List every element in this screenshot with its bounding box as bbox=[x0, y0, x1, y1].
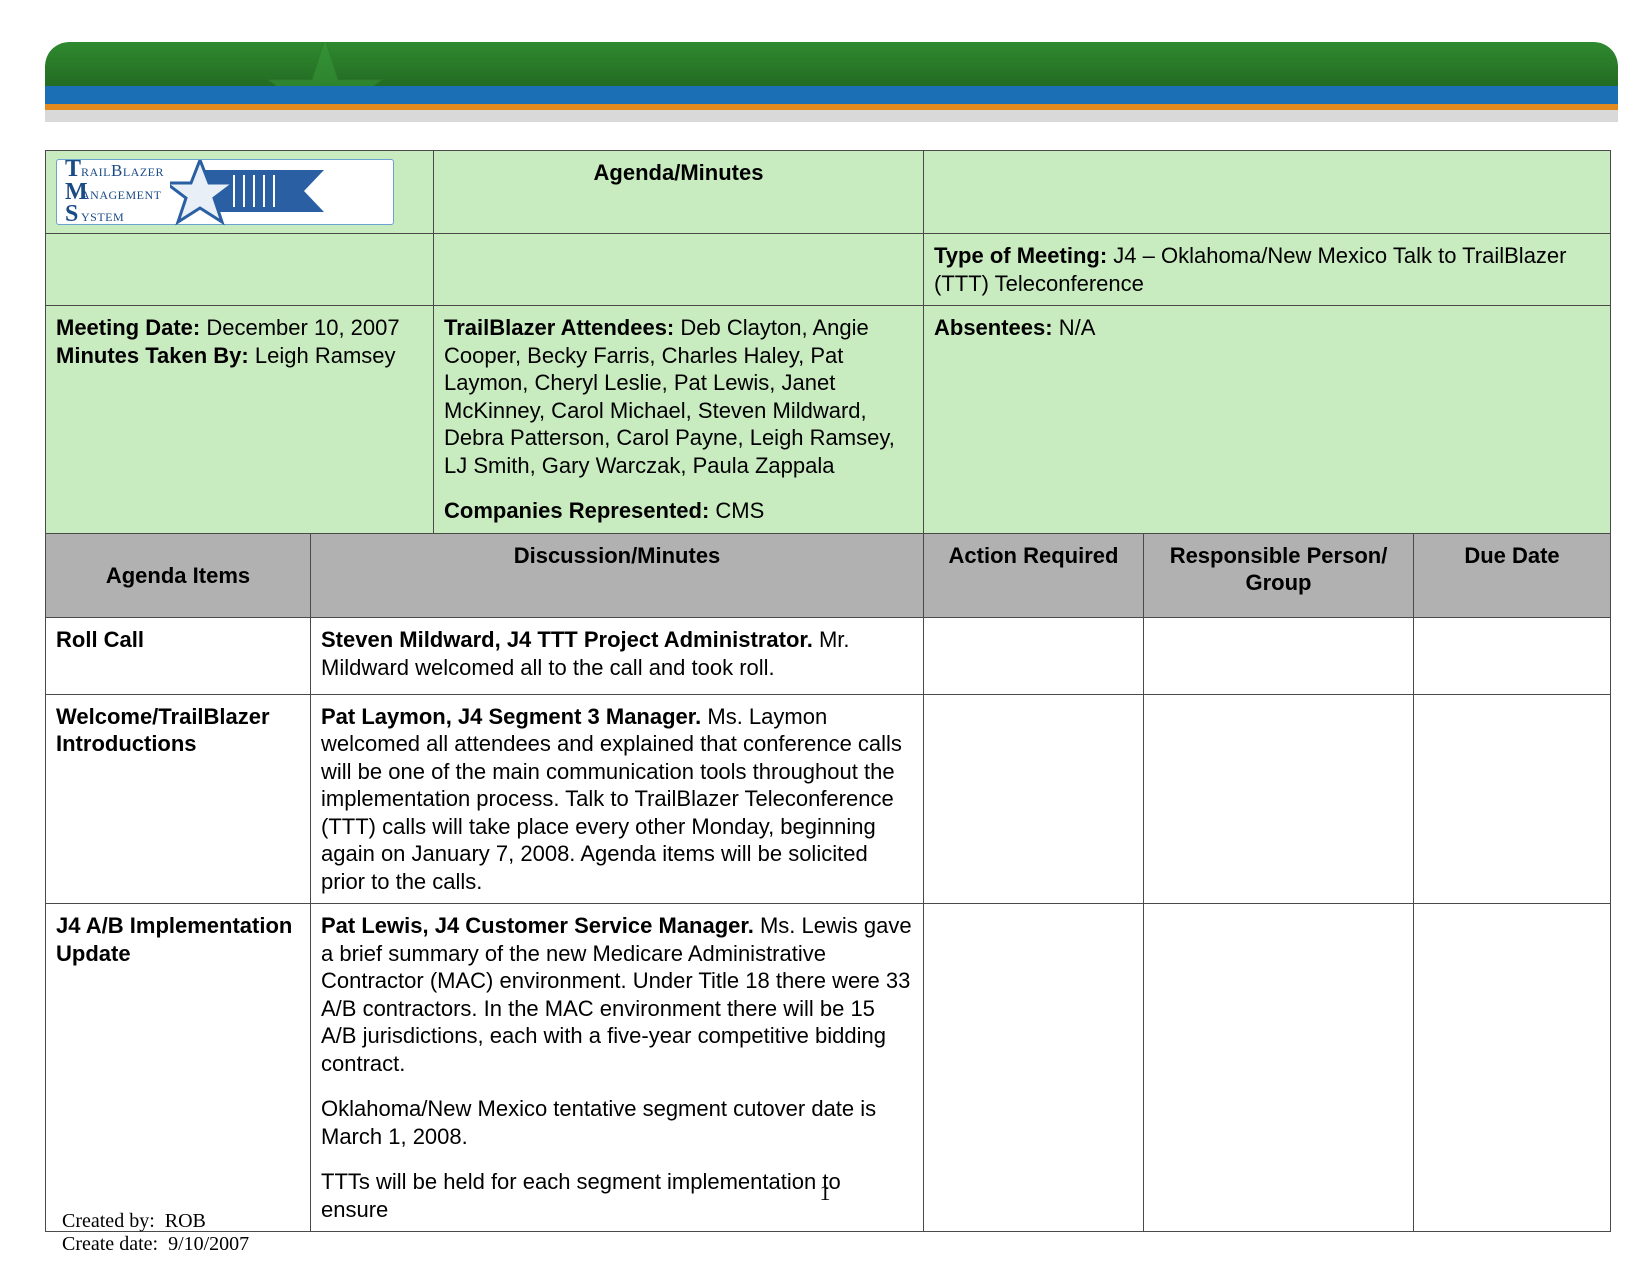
created-by-value: ROB bbox=[165, 1210, 206, 1232]
col-responsible: Responsible Person/ Group bbox=[1144, 533, 1414, 618]
minutes-by-value: Leigh Ramsey bbox=[255, 343, 396, 368]
create-date-value: 9/10/2007 bbox=[168, 1233, 249, 1255]
meeting-date-value: December 10, 2007 bbox=[206, 315, 399, 340]
doc-title: Agenda/Minutes bbox=[434, 151, 924, 234]
col-agenda: Agenda Items bbox=[46, 533, 311, 618]
created-by-label: Created by: bbox=[62, 1210, 155, 1232]
discussion-cell: Pat Laymon, J4 Segment 3 Manager. Ms. La… bbox=[311, 694, 924, 904]
header-banner bbox=[45, 42, 1618, 122]
col-discussion: Discussion/Minutes bbox=[311, 533, 924, 618]
meeting-type-cell: Type of Meeting: J4 – Oklahoma/New Mexic… bbox=[924, 234, 1611, 306]
create-date-label: Create date: bbox=[62, 1233, 158, 1255]
agenda-minutes-table: TrailBlazer Management System bbox=[45, 150, 1611, 1232]
logo-star-icon bbox=[170, 166, 320, 218]
tms-logo: TrailBlazer Management System bbox=[56, 159, 394, 225]
responsible-cell bbox=[1144, 618, 1414, 695]
table-row: Roll Call Steven Mildward, J4 TTT Projec… bbox=[46, 618, 1611, 695]
absentees-label: Absentees: bbox=[934, 315, 1053, 340]
logo-cell: TrailBlazer Management System bbox=[46, 151, 434, 234]
agenda-item: Welcome/TrailBlazer Introductions bbox=[46, 694, 311, 904]
header-blank-2 bbox=[46, 234, 434, 306]
attendees-cell: TrailBlazer Attendees: Deb Clayton, Angi… bbox=[434, 306, 924, 534]
agenda-item: Roll Call bbox=[46, 618, 311, 695]
table-row: Welcome/TrailBlazer Introductions Pat La… bbox=[46, 694, 1611, 904]
header-blank-3 bbox=[434, 234, 924, 306]
discussion-cell: Steven Mildward, J4 TTT Project Administ… bbox=[311, 618, 924, 695]
logo-text: TrailBlazer Management System bbox=[65, 158, 164, 226]
page-number: 1 bbox=[0, 1180, 1650, 1206]
document-page: TrailBlazer Management System bbox=[0, 0, 1650, 1275]
due-cell bbox=[1414, 618, 1611, 695]
due-cell bbox=[1414, 694, 1611, 904]
companies-value: CMS bbox=[715, 498, 764, 523]
minutes-by-label: Minutes Taken By: bbox=[56, 343, 249, 368]
meeting-type-label: Type of Meeting: bbox=[934, 243, 1107, 268]
action-cell bbox=[924, 618, 1144, 695]
meeting-meta-cell: Meeting Date: December 10, 2007 Minutes … bbox=[46, 306, 434, 534]
attendees-label: TrailBlazer Attendees: bbox=[444, 315, 674, 340]
meeting-date-label: Meeting Date: bbox=[56, 315, 200, 340]
col-action: Action Required bbox=[924, 533, 1144, 618]
col-due: Due Date bbox=[1414, 533, 1611, 618]
absentees-value: N/A bbox=[1059, 315, 1096, 340]
header-blank-1 bbox=[924, 151, 1611, 234]
companies-label: Companies Represented: bbox=[444, 498, 709, 523]
absentees-cell: Absentees: N/A bbox=[924, 306, 1611, 534]
responsible-cell bbox=[1144, 694, 1414, 904]
action-cell bbox=[924, 694, 1144, 904]
footer-block: Created by: ROB Create date: 9/10/2007 bbox=[62, 1210, 249, 1256]
